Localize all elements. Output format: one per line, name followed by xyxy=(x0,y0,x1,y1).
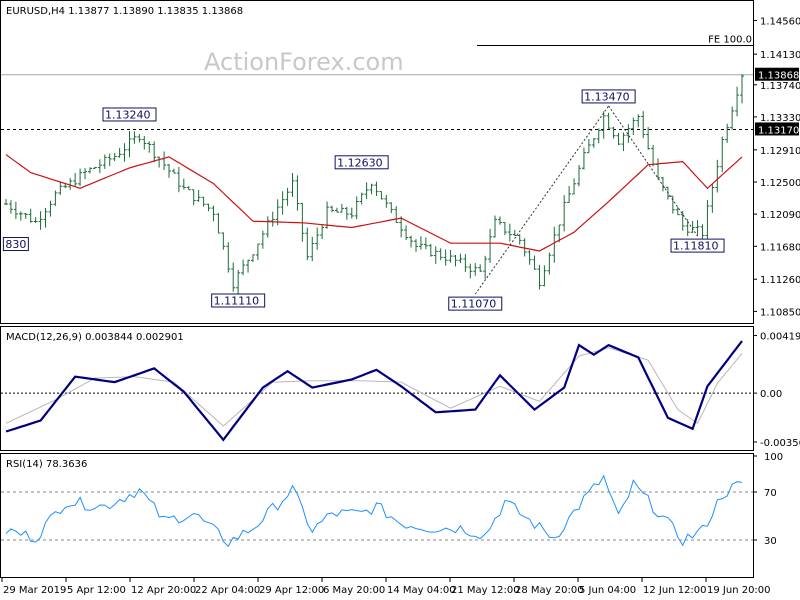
level-label: 1.13240 xyxy=(105,108,151,121)
time-tick-label: 5 Jun 04:00 xyxy=(579,585,636,596)
time-tick-label: 29 Apr 12:00 xyxy=(259,585,324,596)
price-tick-label: 1.14560 xyxy=(760,16,800,27)
time-tick-label: 22 Apr 04:00 xyxy=(195,585,260,596)
time-tick-label: 21 May 12:00 xyxy=(451,585,520,596)
time-tick-label: 6 May 20:00 xyxy=(323,585,385,596)
price-tick-label: 1.14130 xyxy=(760,50,800,61)
level-label: 1.13470 xyxy=(584,90,630,103)
price-tick-label: 1.12500 xyxy=(760,178,800,189)
time-tick-label: 14 May 04:00 xyxy=(387,585,456,596)
time-tick-label: 19 Jun 20:00 xyxy=(707,585,771,596)
watermark: ActionForex.com xyxy=(204,48,404,76)
time-tick-label: 12 Apr 20:00 xyxy=(131,585,196,596)
current-price-tag-label: 1.13868 xyxy=(758,71,799,82)
rsi-tick-label: 70 xyxy=(764,488,777,499)
price-tick-label: 1.11260 xyxy=(760,275,800,286)
time-tick-label: 12 Jun 12:00 xyxy=(643,585,707,596)
macd-title: MACD(12,26,9) 0.003844 0.002901 xyxy=(6,332,184,343)
level-label: 830 xyxy=(5,238,26,251)
chart-canvas: ActionForex.com EURUSD,H4 1.13877 1.1389… xyxy=(0,0,800,600)
price-tick-label: 1.11680 xyxy=(760,242,800,253)
price-tick-label: 1.13330 xyxy=(760,113,800,124)
rsi-title: RSI(14) 78.3636 xyxy=(6,459,87,470)
symbol-info: EURUSD,H4 1.13877 1.13890 1.13835 1.1386… xyxy=(6,6,243,17)
fe-label: FE 100.0 xyxy=(708,35,752,46)
price-tick-label: 1.13740 xyxy=(760,81,800,92)
price-tick-label: 1.10850 xyxy=(760,307,800,318)
macd-tick-label: -0.003563 xyxy=(760,438,800,449)
time-tick-label: 29 Mar 2019 xyxy=(3,585,66,596)
price-tick-label: 1.12090 xyxy=(760,210,800,221)
macd-tick-label: 0.00 xyxy=(760,389,782,400)
time-tick-label: 28 May 20:00 xyxy=(515,585,584,596)
background xyxy=(0,0,800,600)
support-price-tag-label: 1.13170 xyxy=(758,125,799,136)
rsi-tick-label: 100 xyxy=(764,452,783,463)
time-tick-label: 5 Apr 12:00 xyxy=(67,585,126,596)
macd-tick-label: 0.004196 xyxy=(760,332,800,343)
price-tick-label: 1.12910 xyxy=(760,146,800,157)
level-label: 1.11810 xyxy=(673,240,719,253)
level-label: 1.11070 xyxy=(451,298,497,311)
level-label: 1.11110 xyxy=(214,294,260,307)
rsi-tick-label: 30 xyxy=(764,536,777,547)
level-label: 1.12630 xyxy=(337,156,383,169)
